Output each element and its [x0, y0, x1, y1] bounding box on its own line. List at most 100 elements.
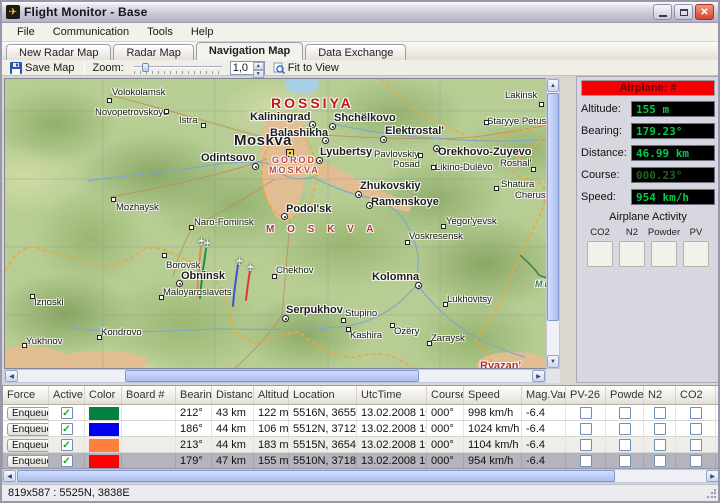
zoom-slider[interactable]: [132, 62, 224, 74]
zoom-spinner[interactable]: 1,0 ▲ ▼: [229, 60, 265, 78]
map-marker-town: [30, 294, 35, 299]
column-header-altitude[interactable]: Altitude: [254, 386, 289, 404]
zoom-value[interactable]: 1,0: [231, 62, 253, 74]
tab-data-exchange[interactable]: Data Exchange: [305, 44, 407, 60]
map-scroll-left-button[interactable]: ◀: [5, 370, 18, 382]
map-hscroll-thumb[interactable]: [125, 370, 419, 382]
powder-checkbox[interactable]: [618, 455, 631, 467]
enqueue-button[interactable]: Enqueue: [7, 422, 48, 436]
cell-location: 5512N, 3712E: [289, 421, 357, 436]
map-hscrollbar[interactable]: ◀ ▶: [4, 369, 546, 383]
map-label: Ramenskoye: [371, 196, 439, 208]
tab-radar-map[interactable]: Radar Map: [113, 44, 194, 60]
map-scroll-right-button[interactable]: ▶: [532, 370, 545, 382]
menu-item-help[interactable]: Help: [182, 24, 223, 40]
n2-checkbox[interactable]: [653, 407, 666, 419]
active-checkbox[interactable]: ✓: [60, 423, 73, 435]
map-marker-town: [431, 165, 436, 170]
co2-checkbox[interactable]: [689, 407, 702, 419]
table-hscrollbar[interactable]: ◀ ▶: [2, 469, 718, 483]
activity-button-pv[interactable]: [683, 241, 709, 267]
column-header-color[interactable]: Color: [85, 386, 122, 404]
column-header-mag-var-[interactable]: Mag.Var.: [522, 386, 566, 404]
co2-checkbox[interactable]: [689, 423, 702, 435]
enqueue-button[interactable]: Enqueue: [7, 454, 48, 468]
activity-button-n2[interactable]: [619, 241, 645, 267]
co2-checkbox[interactable]: [689, 439, 702, 451]
table-row[interactable]: Enqueue ✓ 213° 44 km 183 m 5515N, 3654E 13.02.…: [3, 437, 718, 453]
column-header-c[interactable]: C: [716, 386, 718, 404]
column-header-n2[interactable]: N2: [644, 386, 676, 404]
pv26-checkbox[interactable]: [579, 423, 592, 435]
minimize-button[interactable]: [653, 4, 672, 20]
cell-utc: 13.02.2008 19:02: [357, 437, 427, 452]
cell-co2: [676, 437, 716, 452]
table-hscroll-thumb[interactable]: [17, 470, 615, 482]
enqueue-button[interactable]: Enqueue: [7, 406, 48, 420]
map-label: M O S K V A: [266, 224, 379, 235]
n2-checkbox[interactable]: [653, 455, 666, 467]
activity-button-co2[interactable]: [587, 241, 613, 267]
column-header-board-[interactable]: Board #: [122, 386, 176, 404]
table-row[interactable]: Enqueue ✓ 186° 44 km 106 m 5512N, 3712E 13.02.…: [3, 421, 718, 437]
powder-checkbox[interactable]: [618, 407, 631, 419]
menu-item-file[interactable]: File: [8, 24, 44, 40]
active-checkbox[interactable]: ✓: [60, 439, 73, 451]
map-label: Volokolamsk: [112, 87, 166, 98]
pv26-checkbox[interactable]: [579, 439, 592, 451]
tab-navigation-map[interactable]: Navigation Map: [195, 42, 304, 60]
column-header-pv-26[interactable]: PV-26: [566, 386, 606, 404]
column-header-co2[interactable]: CO2: [676, 386, 716, 404]
column-header-utctime[interactable]: UtcTime: [357, 386, 427, 404]
menu-item-communication[interactable]: Communication: [44, 24, 138, 40]
map-marker-town: [22, 343, 27, 348]
pv26-checkbox[interactable]: [579, 407, 592, 419]
table-row[interactable]: Enqueue ✓ 179° 47 km 155 m 5510N, 3718E 13.02.…: [3, 453, 718, 468]
pv26-checkbox[interactable]: [579, 455, 592, 467]
map-label: Serpukhov: [286, 304, 343, 316]
navigation-map[interactable]: Volokolamsk Novopetrovskoye Istra ROSSIYA Ka…: [4, 78, 560, 369]
column-header-active[interactable]: Active: [49, 386, 85, 404]
column-header-bearing[interactable]: Bearing: [176, 386, 212, 404]
column-header-distance[interactable]: Distance: [212, 386, 254, 404]
cell-color: [85, 437, 122, 452]
airplane-icon[interactable]: ✈: [245, 262, 258, 271]
active-checkbox[interactable]: ✓: [60, 455, 73, 467]
map-vscrollbar[interactable]: ▲ ▼: [546, 78, 560, 369]
resize-grip[interactable]: [706, 489, 716, 499]
column-header-force[interactable]: Force: [3, 386, 49, 404]
maximize-button[interactable]: [674, 4, 693, 20]
column-header-powder[interactable]: Powder: [606, 386, 644, 404]
zoom-spin-down[interactable]: ▼: [252, 69, 264, 78]
fit-to-view-button[interactable]: Fit to View: [268, 61, 344, 75]
map-scroll-down-button[interactable]: ▼: [547, 355, 559, 368]
table-scroll-left-button[interactable]: ◀: [3, 470, 16, 482]
cell-powder: [606, 437, 644, 452]
table-scroll-right-button[interactable]: ▶: [706, 470, 718, 482]
n2-checkbox[interactable]: [653, 439, 666, 451]
column-header-location[interactable]: Location: [289, 386, 357, 404]
co2-checkbox[interactable]: [689, 455, 702, 467]
airplane-icon[interactable]: ✈: [202, 238, 215, 247]
active-checkbox[interactable]: ✓: [60, 407, 73, 419]
title-bar[interactable]: ✈ Flight Monitor - Base ✕: [2, 2, 718, 23]
activity-button-powder[interactable]: [651, 241, 677, 267]
close-button[interactable]: ✕: [695, 4, 714, 20]
column-header-speed[interactable]: Speed: [464, 386, 522, 404]
table-row[interactable]: Enqueue ✓ 212° 43 km 122 m 5516N, 3655E 13.02.…: [3, 405, 718, 421]
powder-checkbox[interactable]: [618, 423, 631, 435]
zoom-spin-up[interactable]: ▲: [252, 61, 264, 70]
map-scroll-up-button[interactable]: ▲: [547, 79, 559, 92]
enqueue-button[interactable]: Enqueue: [7, 438, 48, 452]
field-row: Distance: 46.99 km: [581, 145, 715, 161]
menu-item-tools[interactable]: Tools: [138, 24, 182, 40]
save-map-button[interactable]: Save Map: [5, 61, 80, 75]
powder-checkbox[interactable]: [618, 439, 631, 451]
zoom-slider-thumb[interactable]: [141, 62, 149, 72]
map-vscroll-thumb[interactable]: [547, 93, 559, 321]
column-header-course[interactable]: Course: [427, 386, 464, 404]
map-marker-town: [162, 253, 167, 258]
n2-checkbox[interactable]: [653, 423, 666, 435]
cell-board: [122, 453, 176, 468]
tab-new-radar-map[interactable]: New Radar Map: [6, 44, 112, 60]
